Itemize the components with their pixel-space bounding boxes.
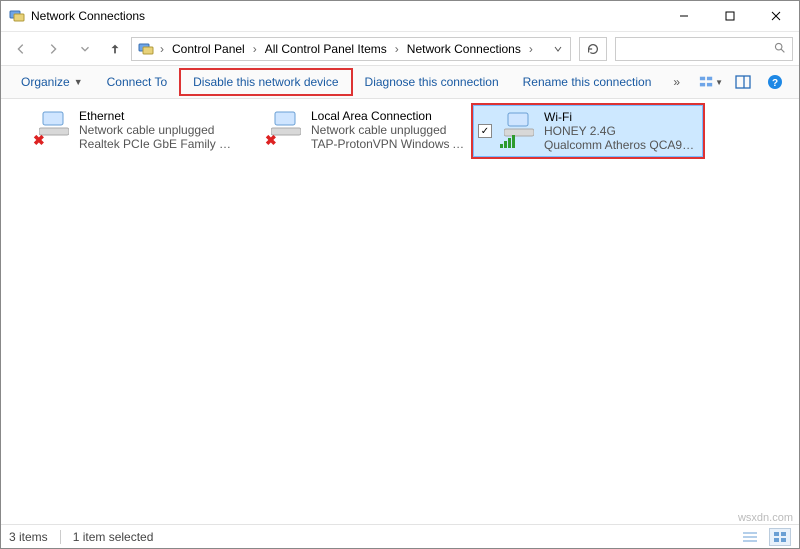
refresh-button[interactable] [579,37,607,61]
navigation-bar: › Control Panel › All Control Panel Item… [1,31,799,65]
help-button[interactable]: ? [763,70,787,94]
connection-name: Wi-Fi [544,110,698,124]
connection-name: Local Area Connection [311,109,467,123]
connection-device: TAP-ProtonVPN Windows Ad... [311,137,467,151]
item-checkbox[interactable]: ✓ [478,124,492,138]
command-bar: Organize▼ Connect To Disable this networ… [1,65,799,99]
address-icon [138,41,154,57]
network-adapter-icon [498,110,538,150]
status-selected-count: 1 item selected [73,530,154,544]
chevron-right-icon[interactable]: › [158,42,166,56]
connection-status: Network cable unplugged [79,123,235,137]
back-button[interactable] [7,36,35,62]
disable-device-button[interactable]: Disable this network device [179,68,352,96]
connection-status: Network cable unplugged [311,123,467,137]
forward-button[interactable] [39,36,67,62]
network-adapter-icon: ✖ [265,109,305,149]
signal-icon [500,134,518,148]
error-x-icon: ✖ [265,132,277,149]
connection-item-ethernet[interactable]: ✖ Ethernet Network cable unplugged Realt… [9,105,239,157]
details-view-button[interactable] [739,528,761,546]
preview-pane-button[interactable] [731,70,755,94]
window-title: Network Connections [31,9,145,23]
organize-button[interactable]: Organize▼ [9,68,95,96]
view-options-button[interactable]: ▼ [699,70,723,94]
breadcrumb-all-items[interactable]: All Control Panel Items [259,38,393,60]
connection-name: Ethernet [79,109,235,123]
connect-to-button[interactable]: Connect To [95,68,180,96]
connection-item-local-area[interactable]: ✖ Local Area Connection Network cable un… [241,105,471,157]
connection-item-wifi[interactable]: ✓ Wi-Fi HONEY 2.4G Qualcomm Atheros QCA9… [473,105,703,157]
network-adapter-icon: ✖ [33,109,73,149]
minimize-button[interactable] [661,1,707,31]
more-commands-button[interactable]: » [663,75,690,89]
chevron-right-icon[interactable]: › [251,42,259,56]
search-icon [773,41,786,57]
maximize-button[interactable] [707,1,753,31]
search-input[interactable] [615,37,793,61]
rename-button[interactable]: Rename this connection [511,68,664,96]
status-item-count: 3 items [9,530,48,544]
status-bar: 3 items 1 item selected [1,524,799,548]
connection-device: Realtek PCIe GbE Family Cont... [79,137,235,151]
diagnose-button[interactable]: Diagnose this connection [353,68,511,96]
svg-text:?: ? [772,78,778,89]
breadcrumb-control-panel[interactable]: Control Panel [166,38,251,60]
window-icon [9,8,25,24]
recent-locations-button[interactable] [71,36,99,62]
large-icons-view-button[interactable] [769,528,791,546]
address-bar[interactable]: › Control Panel › All Control Panel Item… [131,37,571,61]
watermark: wsxdn.com [738,512,793,524]
chevron-right-icon[interactable]: › [527,42,535,56]
address-dropdown[interactable] [548,44,568,54]
connection-device: Qualcomm Atheros QCA9377... [544,138,698,152]
up-button[interactable] [103,37,127,61]
chevron-right-icon[interactable]: › [393,42,401,56]
error-x-icon: ✖ [33,132,45,149]
connection-status: HONEY 2.4G [544,124,698,138]
network-connections-window: Network Connections › Control Panel › Al… [0,0,800,549]
breadcrumb-network-connections[interactable]: Network Connections [401,38,527,60]
connections-list: ✖ Ethernet Network cable unplugged Realt… [1,99,799,524]
close-button[interactable] [753,1,799,31]
title-bar: Network Connections [1,1,799,31]
